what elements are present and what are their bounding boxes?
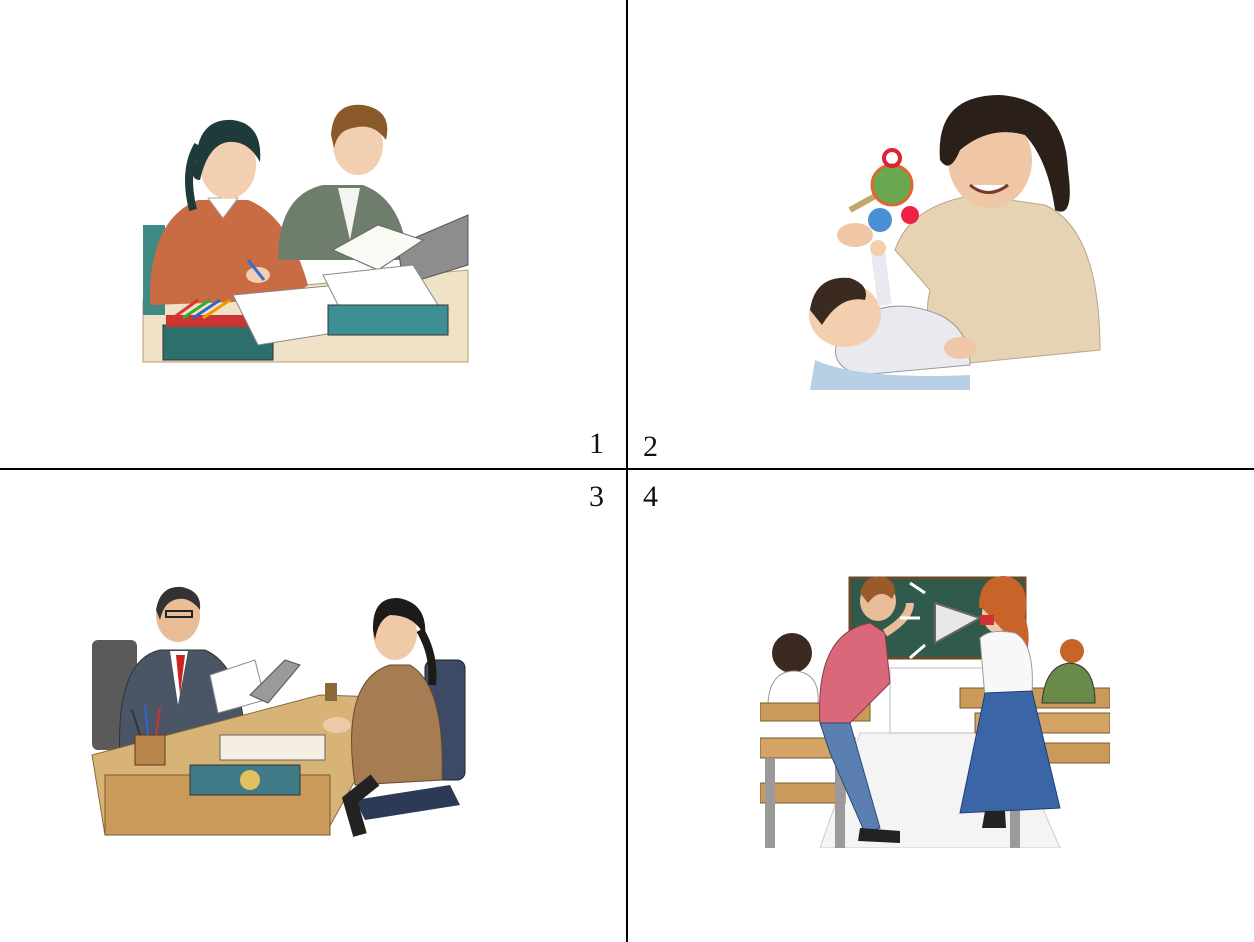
- panel-4-classroom-megaphone-illustration: [760, 573, 1110, 848]
- panel-number-2: 2: [643, 430, 658, 463]
- panel-number-4: 4: [643, 480, 658, 513]
- four-panel-picture-grid: 1 2 3 4: [0, 0, 1254, 942]
- vertical-divider: [626, 0, 628, 942]
- panel-number-1: 1: [589, 427, 604, 460]
- panel-3-office-meeting-illustration: [90, 585, 472, 837]
- horizontal-divider: [0, 468, 1254, 470]
- panel-number-3: 3: [589, 480, 604, 513]
- panel-2-baby-play-illustration: [800, 90, 1110, 390]
- panel-1-studying-illustration: [138, 100, 473, 372]
